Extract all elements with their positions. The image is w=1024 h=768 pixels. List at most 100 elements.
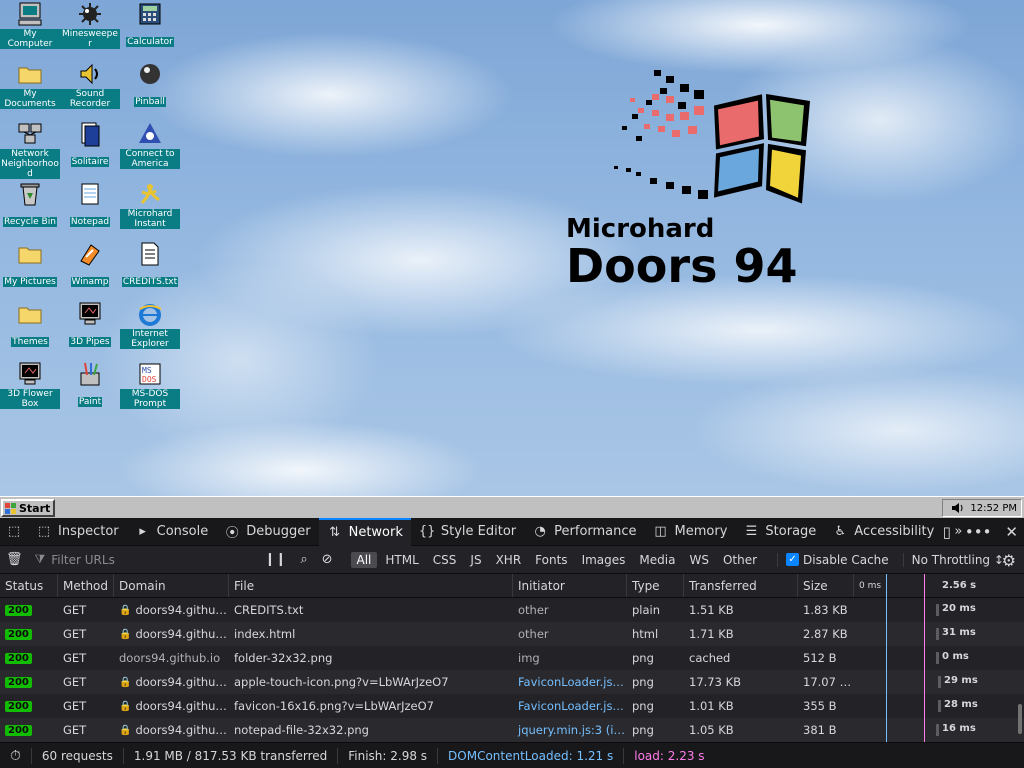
table-row[interactable]: 200 GET 🔒 doors94.githu… apple-touch-icon.pn… <box>0 670 1024 694</box>
filter-css[interactable]: CSS <box>427 552 463 568</box>
desktop-icon[interactable]: Notepad <box>60 180 120 228</box>
desktop-icon[interactable]: My Documents <box>0 60 60 110</box>
filter-urls[interactable]: ⧩ Filter URLs <box>35 552 265 567</box>
mine-icon <box>76 0 104 28</box>
block-icon[interactable]: ⊘ <box>322 552 333 567</box>
desktop-icon[interactable]: MS DOS MS-DOS Prompt <box>120 360 180 410</box>
filter-input[interactable]: Filter URLs <box>51 553 115 567</box>
col-domain[interactable]: Domain <box>114 574 229 597</box>
desktop-icon-label: Sound Recorder <box>60 89 120 109</box>
desktop-icon[interactable]: Network Neighborhood <box>0 120 60 180</box>
cell-transferred: 1.01 KB <box>689 699 734 713</box>
cell-initiator[interactable]: FaviconLoader.js… <box>513 694 627 718</box>
filter-fonts[interactable]: Fonts <box>529 552 573 568</box>
scrollbar[interactable] <box>1018 704 1022 734</box>
col-waterfall[interactable]: 0 ms 2.56 s <box>854 574 1024 597</box>
cell-initiator[interactable]: jquery.min.js:3 (i… <box>513 718 627 742</box>
speaker-icon[interactable] <box>951 502 965 514</box>
desktop-icon[interactable]: CREDITS.txt <box>120 240 180 288</box>
status-badge: 200 <box>5 604 32 616</box>
throttling-select[interactable]: No Throttling ↕ <box>902 552 1004 567</box>
disable-cache-toggle[interactable]: ✓ Disable Cache <box>777 552 889 567</box>
cell-transferred: 17.73 KB <box>689 675 742 689</box>
cell-file: notepad-file-32x32.png <box>234 723 369 737</box>
desktop-icon[interactable]: Paint <box>60 360 120 408</box>
tab-debugger[interactable]: ⦿ Debugger <box>216 518 318 546</box>
desktop-icon[interactable]: My Computer <box>0 0 60 50</box>
stopwatch-icon[interactable]: ⏱ <box>0 747 32 764</box>
desktop-icon[interactable]: 3D Flower Box <box>0 360 60 410</box>
filter-ws[interactable]: WS <box>683 552 714 568</box>
console-icon: ▸ <box>139 524 146 539</box>
tab-console[interactable]: ▸ Console <box>127 518 217 546</box>
desktop-icon[interactable]: Recycle Bin <box>0 180 60 228</box>
col-status[interactable]: Status <box>0 574 58 597</box>
col-transferred[interactable]: Transferred <box>684 574 798 597</box>
gear-icon[interactable]: ⚙ <box>1002 551 1016 570</box>
cell-initiator: other <box>518 627 549 641</box>
filter-other[interactable]: Other <box>717 552 763 568</box>
desktop-icon-label: Calculator <box>126 37 174 47</box>
paint-icon <box>76 360 104 388</box>
desktop-icon[interactable]: Sound Recorder <box>60 60 120 110</box>
desktop-icon[interactable]: Internet Explorer <box>120 300 180 350</box>
tab-memory[interactable]: ◫ Memory <box>645 518 736 546</box>
desktop-icon[interactable]: Solitaire <box>60 120 120 168</box>
col-size[interactable]: Size <box>798 574 854 597</box>
table-row[interactable]: 200 GET 🔒 doors94.githu… CREDITS.txt other pla… <box>0 598 1024 622</box>
table-row[interactable]: 200 GET 🔒 doors94.githu… notepad-file-32x32.… <box>0 718 1024 742</box>
lock-icon: 🔒 <box>119 628 132 640</box>
cell-file: folder-32x32.png <box>234 651 333 665</box>
tab-inspector[interactable]: ⬚ Inspector <box>28 518 127 546</box>
desktop-icon[interactable]: Themes <box>0 300 60 348</box>
filter-all[interactable]: All <box>350 551 378 568</box>
desktop: My Computer Minesweeper Calculator My Docum… <box>0 0 1024 496</box>
filter-images[interactable]: Images <box>576 552 632 568</box>
desktop-icon[interactable]: Pinball <box>120 60 180 108</box>
col-initiator[interactable]: Initiator <box>513 574 627 597</box>
close-icon[interactable]: ✕ <box>1005 523 1018 541</box>
desktop-icon[interactable]: Calculator <box>120 0 180 48</box>
desktop-icon[interactable]: My Pictures <box>0 240 60 288</box>
col-type[interactable]: Type <box>627 574 684 597</box>
clock[interactable]: 12:52 PM <box>970 503 1017 514</box>
doors-flag-icon <box>5 502 16 514</box>
desktop-icon[interactable]: 3D Pipes <box>60 300 120 348</box>
filter-js[interactable]: JS <box>464 552 487 568</box>
dock-mode-icon[interactable]: ▯ <box>943 523 951 541</box>
cell-waterfall: 20 ms <box>854 598 1024 622</box>
start-button[interactable]: Start <box>1 499 55 517</box>
tab-style-editor[interactable]: {} Style Editor <box>411 518 524 546</box>
filter-html[interactable]: HTML <box>379 552 424 568</box>
filter-xhr[interactable]: XHR <box>490 552 528 568</box>
desktop-icon[interactable]: Winamp <box>60 240 120 288</box>
cell-initiator[interactable]: FaviconLoader.js… <box>513 670 627 694</box>
search-icon[interactable]: ⌕ <box>300 552 307 567</box>
dom-content-loaded: DOMContentLoaded: 1.21 s <box>438 747 625 764</box>
table-row[interactable]: 200 GET doors94.github.io folder-32x32.png i… <box>0 646 1024 670</box>
table-row[interactable]: 200 GET 🔒 doors94.githu… favicon-16x16.png?v… <box>0 694 1024 718</box>
tab-storage[interactable]: ☰ Storage <box>735 518 824 546</box>
desktop-icon[interactable]: Microhard Instant <box>120 180 180 230</box>
disable-cache-label: Disable Cache <box>803 552 889 567</box>
desktop-icon[interactable]: Minesweeper <box>60 0 120 50</box>
tab-label: Accessibility <box>854 524 935 539</box>
waterfall-bar <box>936 604 939 616</box>
filter-media[interactable]: Media <box>633 552 681 568</box>
tab-performance[interactable]: ◔ Performance <box>524 518 644 546</box>
cell-status: 200 <box>0 670 58 694</box>
col-file[interactable]: File <box>229 574 513 597</box>
more-options-icon[interactable]: ••• <box>965 523 992 541</box>
table-row[interactable]: 200 GET 🔒 doors94.githu… index.html other html… <box>0 622 1024 646</box>
pause-icon[interactable]: ❙❙ <box>265 552 287 567</box>
tab-accessibility[interactable]: ♿ Accessibility <box>824 518 942 546</box>
col-method[interactable]: Method <box>58 574 114 597</box>
pinball-icon <box>136 60 164 88</box>
tab-network[interactable]: ⇅ Network <box>318 517 411 546</box>
sound-icon <box>76 60 104 88</box>
element-picker-button[interactable]: ⬚ <box>0 518 28 546</box>
waterfall-bar <box>938 700 941 712</box>
desktop-icon[interactable]: Connect to America <box>120 120 180 170</box>
trash-icon[interactable]: 🗑 <box>6 552 23 567</box>
checkbox-checked-icon[interactable]: ✓ <box>786 553 800 566</box>
